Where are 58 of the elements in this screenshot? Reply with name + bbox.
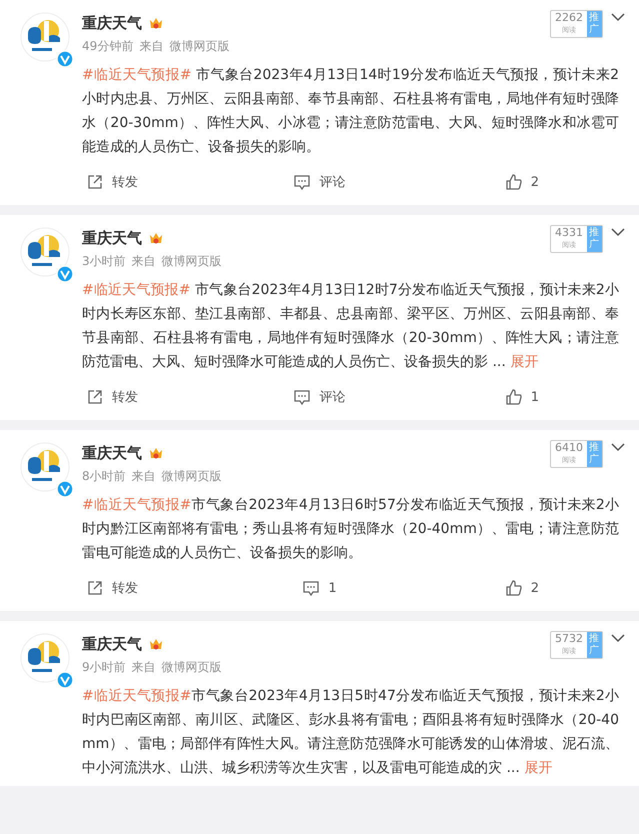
source-link[interactable]: 微博网页版 — [162, 468, 222, 485]
author-name[interactable]: 重庆天气 — [82, 14, 142, 32]
comment-icon — [302, 579, 320, 597]
source-label: 来自 — [139, 38, 164, 55]
comment-button[interactable]: 评论 — [293, 173, 346, 191]
source-link[interactable]: 微博网页版 — [162, 253, 222, 270]
repost-button[interactable]: 转发 — [86, 173, 138, 191]
like-button[interactable]: 2 — [504, 579, 539, 597]
chevron-down-icon[interactable] — [611, 633, 625, 643]
like-button[interactable]: 2 — [504, 173, 539, 191]
logo-avatar[interactable] — [20, 633, 70, 683]
source-link[interactable]: 微博网页版 — [162, 659, 222, 676]
source-label: 来自 — [132, 253, 156, 270]
logo-avatar[interactable] — [20, 227, 70, 277]
post-time[interactable]: 8小时前 — [82, 468, 126, 485]
thumbs-up-icon — [504, 173, 523, 191]
share-icon — [86, 388, 104, 406]
hashtag-link[interactable]: #临近天气预报# — [82, 67, 192, 83]
comment-button[interactable]: 1 — [302, 579, 337, 597]
hashtag-link[interactable]: #临近天气预报# — [82, 688, 192, 704]
source-link[interactable]: 微博网页版 — [169, 38, 230, 55]
hashtag-link[interactable]: #临近天气预报# — [82, 497, 192, 513]
post-time[interactable]: 9小时前 — [82, 659, 126, 676]
logo-avatar[interactable] — [20, 442, 70, 492]
ellipsis: ... — [505, 760, 520, 776]
logo-avatar[interactable] — [20, 12, 70, 62]
author-name[interactable]: 重庆天气 — [82, 634, 142, 654]
share-icon — [86, 173, 104, 191]
post-text: #临近天气预报# 市气象台2023年4月13日14时19分发布临近天气预报，预计未来2小时内忠县、万州区、云阳县南部、奉节县南部、石柱县将有雷电，局地伴有短时强降水（20-30mm）、阵性大风、小冰雹；请注意防范雷电、大风、短时强降水和冰雹可能造成的人员伤亡、设备损失的影响。 — [82, 66, 619, 157]
post-text: #临近天气预报# 市气象台2023年4月13日12时7分发布临近天气预报，预计未来2小时内长寿区东部、垫江县南部、丰都县、忠县南部、梁平区、万州区、云阳县南部、奉节县南部、石柱县将有雷电，局地伴有短时强降水（20-30mm）、阵性大风；请注意防范雷电、大风、短时强降水可能造成的人员伤亡、设备损失的影 ... 展开 — [82, 281, 619, 372]
chevron-down-icon[interactable] — [611, 442, 625, 452]
repost-button[interactable]: 转发 — [86, 579, 138, 597]
post-text: #临近天气预报#市气象台2023年4月13日6时57分发布临近天气预报，预计未来2小时内黔江区南部将有雷电；秀山县将有短时强降水（20-40mm）、雷电；请注意防范雷电可能造成的人员伤亡、设备损失的影响。 — [82, 496, 619, 563]
chevron-down-icon[interactable] — [611, 227, 625, 237]
author-name[interactable]: 重庆天气 — [82, 228, 142, 248]
source-label: 来自 — [132, 659, 156, 676]
chevron-down-icon[interactable] — [611, 12, 625, 22]
source-label: 来自 — [132, 468, 156, 485]
like-button[interactable]: 1 — [504, 388, 539, 406]
expand-link[interactable]: 展开 — [510, 354, 538, 370]
expand-link[interactable]: 展开 — [524, 760, 552, 776]
post-time[interactable]: 49分钟前 — [82, 38, 134, 55]
verified-icon — [56, 671, 74, 689]
verified-icon — [56, 265, 74, 283]
verified-icon — [56, 480, 74, 498]
post-time[interactable]: 3小时前 — [82, 253, 126, 270]
share-icon — [86, 579, 104, 597]
hashtag-link[interactable]: #临近天气预报# — [82, 282, 190, 298]
comment-button[interactable]: 评论 — [293, 388, 346, 406]
ellipsis: ... — [491, 354, 506, 370]
thumbs-up-icon — [504, 388, 523, 406]
comment-icon — [293, 173, 312, 191]
thumbs-up-icon — [504, 579, 523, 597]
repost-button[interactable]: 转发 — [86, 388, 138, 406]
comment-icon — [293, 388, 312, 406]
verified-icon — [56, 50, 74, 68]
author-name[interactable]: 重庆天气 — [82, 444, 142, 462]
post-text: #临近天气预报#市气象台2023年4月13日5时47分发布临近天气预报，预计未来2小时内巴南区南部、南川区、武隆区、彭水县将有雷电；酉阳县将有短时强降水（20-40mm）、雷电；局部伴有阵性大风。请注意防范强降水可能诱发的山体滑坡、泥石流、中小河流洪水、山洪、城乡积涝等次生灾害，以及雷电可能造成的灾 ... 展开 — [82, 687, 619, 778]
